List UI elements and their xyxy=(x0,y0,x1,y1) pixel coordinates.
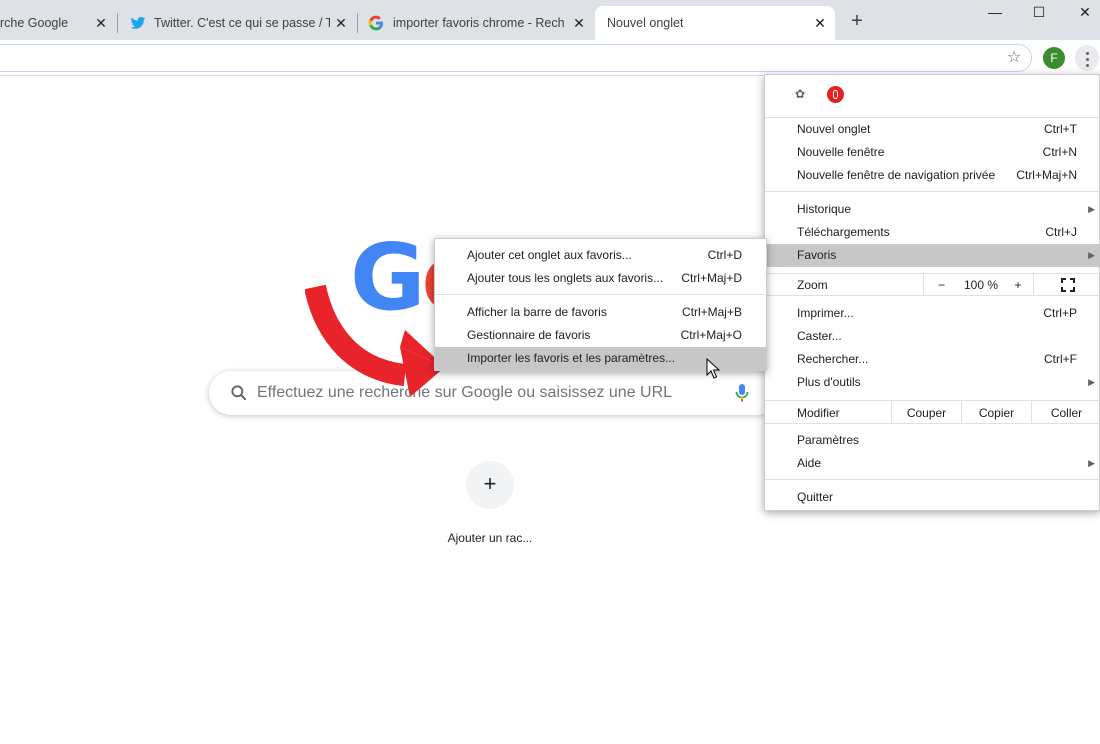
menu-item-shortcut: Ctrl+D xyxy=(707,248,742,262)
tab-strip: rche Google ✕ Twitter. C'est ce qui se p… xyxy=(0,0,1100,40)
menu-item-downloads[interactable]: Téléchargements Ctrl+J xyxy=(765,221,1100,244)
ntp-search-box[interactable]: Effectuez une recherche sur Google ou sa… xyxy=(209,371,779,415)
menu-item-label: Paramètres xyxy=(797,433,860,447)
menu-item-label: Aide xyxy=(797,456,822,470)
menu-item-new-window[interactable]: Nouvelle fenêtre Ctrl+N xyxy=(765,141,1100,164)
address-bar[interactable] xyxy=(0,44,1032,72)
menu-item-label: Favoris xyxy=(797,248,837,262)
menu-divider xyxy=(435,294,766,295)
tab-nouvel-onglet[interactable]: Nouvel onglet ✕ xyxy=(595,6,835,40)
edit-row: Modifier Couper Copier Coller xyxy=(765,400,1100,424)
menu-item-shortcut: Ctrl+P xyxy=(1043,306,1077,320)
add-shortcut-button[interactable]: + xyxy=(466,461,514,509)
profile-avatar[interactable]: F xyxy=(1043,47,1065,69)
tab-importer-favoris[interactable]: importer favoris chrome - Recher ✕ xyxy=(358,6,594,40)
submenu-arrow-icon: ▶ xyxy=(1088,204,1095,214)
tab-twitter[interactable]: Twitter. C'est ce qui se passe / Tw ✕ xyxy=(118,6,356,40)
submenu-item-bookmark-tab[interactable]: Ajouter cet onglet aux favoris... Ctrl+D xyxy=(435,244,766,267)
menu-item-label: Ajouter cet onglet aux favoris... xyxy=(467,248,632,262)
zoom-out-button[interactable]: − xyxy=(923,274,959,295)
add-shortcut-label: Ajouter un rac... xyxy=(447,531,533,545)
submenu-arrow-icon: ▶ xyxy=(1088,458,1095,468)
menu-item-label: Nouvel onglet xyxy=(797,122,871,136)
zoom-label: Zoom xyxy=(797,278,828,292)
fullscreen-icon[interactable] xyxy=(1033,274,1100,295)
menu-item-incognito-window[interactable]: Nouvelle fenêtre de navigation privée Ctr… xyxy=(765,164,1100,187)
tab-title: importer favoris chrome - Recher xyxy=(393,16,565,30)
menu-item-label: Gestionnaire de favoris xyxy=(467,328,591,342)
menu-item-label: Importer les favoris et les paramètres..… xyxy=(467,351,676,365)
bookmarks-submenu: Ajouter cet onglet aux favoris... Ctrl+D … xyxy=(434,238,767,371)
menu-item-label: Rechercher... xyxy=(797,352,869,366)
adblock-extension-icon[interactable] xyxy=(827,86,844,103)
menu-item-help[interactable]: Aide ▶ xyxy=(765,452,1100,475)
tab-title: Nouvel onglet xyxy=(607,16,684,30)
close-tab-icon[interactable]: ✕ xyxy=(92,14,110,32)
mouse-cursor-icon xyxy=(706,358,720,379)
menu-item-label: Historique xyxy=(797,202,852,216)
menu-item-shortcut: Ctrl+T xyxy=(1044,122,1077,136)
submenu-arrow-icon: ▶ xyxy=(1088,250,1095,260)
menu-item-label: Téléchargements xyxy=(797,225,890,239)
close-tab-icon[interactable]: ✕ xyxy=(570,14,588,32)
menu-item-more-tools[interactable]: Plus d'outils ▶ xyxy=(765,371,1100,394)
menu-kebab-icon[interactable] xyxy=(1075,45,1099,71)
tab-title: Twitter. C'est ce qui se passe / Tw xyxy=(154,16,330,30)
close-tab-icon[interactable]: ✕ xyxy=(332,14,350,32)
menu-item-new-tab[interactable]: Nouvel onglet Ctrl+T xyxy=(765,118,1100,141)
menu-item-shortcut: Ctrl+N xyxy=(1042,145,1077,159)
menu-item-label: Plus d'outils xyxy=(797,375,861,389)
menu-item-history[interactable]: Historique ▶ xyxy=(765,198,1100,221)
minimize-button[interactable]: — xyxy=(972,2,1018,24)
google-g-icon xyxy=(368,15,383,31)
search-icon xyxy=(231,385,247,401)
zoom-level: 100 % xyxy=(963,278,999,292)
extension-icon[interactable]: ✿ xyxy=(795,87,805,101)
zoom-in-button[interactable]: + xyxy=(1003,274,1033,295)
menu-item-quit[interactable]: Quitter xyxy=(765,486,1100,509)
edit-label: Modifier xyxy=(797,406,840,420)
menu-item-label: Ajouter tous les onglets aux favoris... xyxy=(467,271,664,285)
zoom-row: Zoom − 100 % + xyxy=(765,273,1100,296)
submenu-item-bookmark-manager[interactable]: Gestionnaire de favoris Ctrl+Maj+O xyxy=(435,324,766,347)
maximize-button[interactable]: ☐ xyxy=(1016,2,1062,24)
menu-item-settings[interactable]: Paramètres xyxy=(765,429,1100,452)
menu-item-shortcut: Ctrl+J xyxy=(1045,225,1077,239)
copy-button[interactable]: Copier xyxy=(961,401,1031,423)
menu-item-bookmarks[interactable]: Favoris ▶ xyxy=(765,244,1100,267)
menu-item-shortcut: Ctrl+F xyxy=(1044,352,1077,366)
close-window-button[interactable]: ✕ xyxy=(1062,2,1100,24)
close-tab-icon[interactable]: ✕ xyxy=(811,14,829,32)
menu-item-label: Nouvelle fenêtre de navigation privée xyxy=(797,168,996,182)
menu-item-shortcut: Ctrl+Maj+O xyxy=(680,328,742,342)
new-tab-button[interactable]: + xyxy=(845,10,869,34)
submenu-arrow-icon: ▶ xyxy=(1088,377,1095,387)
menu-item-shortcut: Ctrl+Maj+D xyxy=(681,271,742,285)
microphone-icon[interactable] xyxy=(735,383,749,403)
menu-item-print[interactable]: Imprimer... Ctrl+P xyxy=(765,302,1100,325)
menu-divider xyxy=(765,191,1100,192)
menu-item-shortcut: Ctrl+Maj+B xyxy=(681,305,742,319)
twitter-icon xyxy=(130,17,146,29)
toolbar xyxy=(0,40,1100,76)
menu-item-find[interactable]: Rechercher... Ctrl+F xyxy=(765,348,1100,371)
menu-item-label: Caster... xyxy=(797,329,842,343)
submenu-item-show-bookmarks-bar[interactable]: Afficher la barre de favoris Ctrl+Maj+B xyxy=(435,301,766,324)
tab-google-search[interactable]: rche Google ✕ xyxy=(0,6,116,40)
menu-item-cast[interactable]: Caster... xyxy=(765,325,1100,348)
paste-button[interactable]: Coller xyxy=(1031,401,1100,423)
menu-item-label: Imprimer... xyxy=(797,306,854,320)
menu-item-label: Afficher la barre de favoris xyxy=(467,305,607,319)
menu-divider xyxy=(765,479,1100,480)
menu-item-label: Nouvelle fenêtre xyxy=(797,145,885,159)
submenu-item-bookmark-all-tabs[interactable]: Ajouter tous les onglets aux favoris... C… xyxy=(435,267,766,290)
bookmark-star-icon[interactable]: ☆ xyxy=(1004,48,1024,68)
menu-item-label: Quitter xyxy=(797,490,834,504)
tab-title: rche Google xyxy=(0,16,69,30)
menu-item-shortcut: Ctrl+Maj+N xyxy=(1016,168,1077,182)
cut-button[interactable]: Couper xyxy=(891,401,961,423)
chrome-main-menu: ✿ Nouvel onglet Ctrl+T Nouvelle fenêtre Ct… xyxy=(764,74,1100,511)
